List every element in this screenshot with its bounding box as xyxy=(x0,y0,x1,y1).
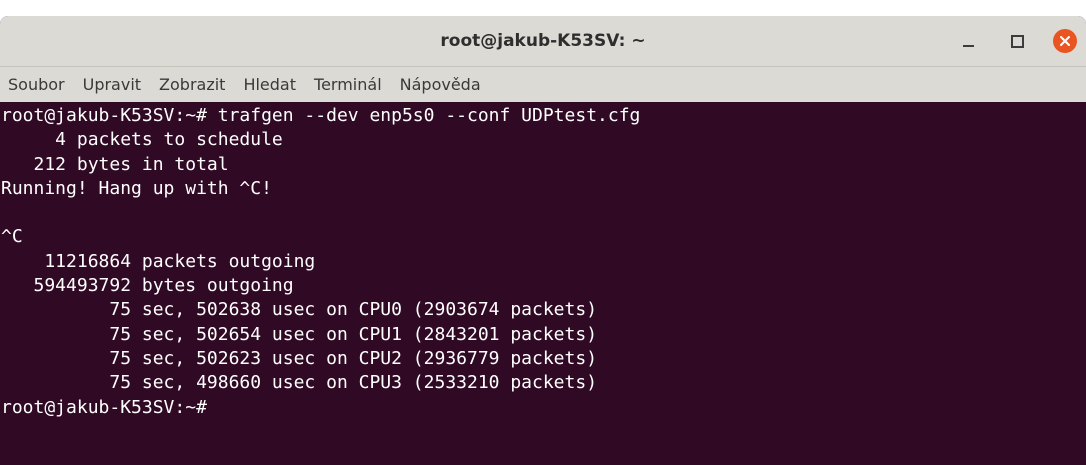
terminal-line: 75 sec, 502623 usec on CPU2 (2936779 pac… xyxy=(1,347,598,369)
terminal-line: 75 sec, 498660 usec on CPU3 (2533210 pac… xyxy=(1,372,598,394)
title-bar[interactable]: root@jakub-K53SV: ~ xyxy=(0,16,1086,67)
terminal-line: ^C xyxy=(1,226,23,248)
menu-napoveda[interactable]: Nápověda xyxy=(391,67,490,102)
terminal-window: root@jakub-K53SV: ~ Soubor Upravit Zobra… xyxy=(0,16,1086,465)
terminal-line: 75 sec, 502654 usec on CPU1 (2843201 pac… xyxy=(1,323,598,345)
terminal-line-command: root@jakub-K53SV:~# trafgen --dev enp5s0… xyxy=(1,105,641,126)
menu-soubor[interactable]: Soubor xyxy=(8,67,74,102)
close-button[interactable] xyxy=(1050,26,1080,56)
terminal-line: 212 bytes in total xyxy=(1,153,229,175)
menu-terminal[interactable]: Terminál xyxy=(305,67,391,102)
maximize-button[interactable] xyxy=(1002,26,1032,56)
maximize-icon xyxy=(1010,34,1024,48)
close-x-glyph xyxy=(1060,36,1070,46)
terminal-line: Running! Hang up with ^C! xyxy=(1,177,272,199)
menu-bar: Soubor Upravit Zobrazit Hledat Terminál … xyxy=(0,67,1086,102)
close-icon xyxy=(1053,29,1077,53)
menu-hledat[interactable]: Hledat xyxy=(234,67,305,102)
minimize-button[interactable] xyxy=(953,26,983,56)
terminal-line: 75 sec, 502638 usec on CPU0 (2903674 pac… xyxy=(1,299,598,321)
terminal-line: 11216864 packets outgoing xyxy=(1,250,316,272)
menu-zobrazit[interactable]: Zobrazit xyxy=(150,67,234,102)
terminal-line: 594493792 bytes outgoing xyxy=(1,275,294,297)
terminal-prompt[interactable]: root@jakub-K53SV:~# xyxy=(1,396,1086,420)
minimize-icon xyxy=(962,45,974,47)
window-title: root@jakub-K53SV: ~ xyxy=(440,31,646,51)
menu-upravit[interactable]: Upravit xyxy=(74,67,150,102)
terminal-line: 4 packets to schedule xyxy=(1,129,283,151)
terminal-output[interactable]: root@jakub-K53SV:~# trafgen --dev enp5s0… xyxy=(0,102,1086,465)
